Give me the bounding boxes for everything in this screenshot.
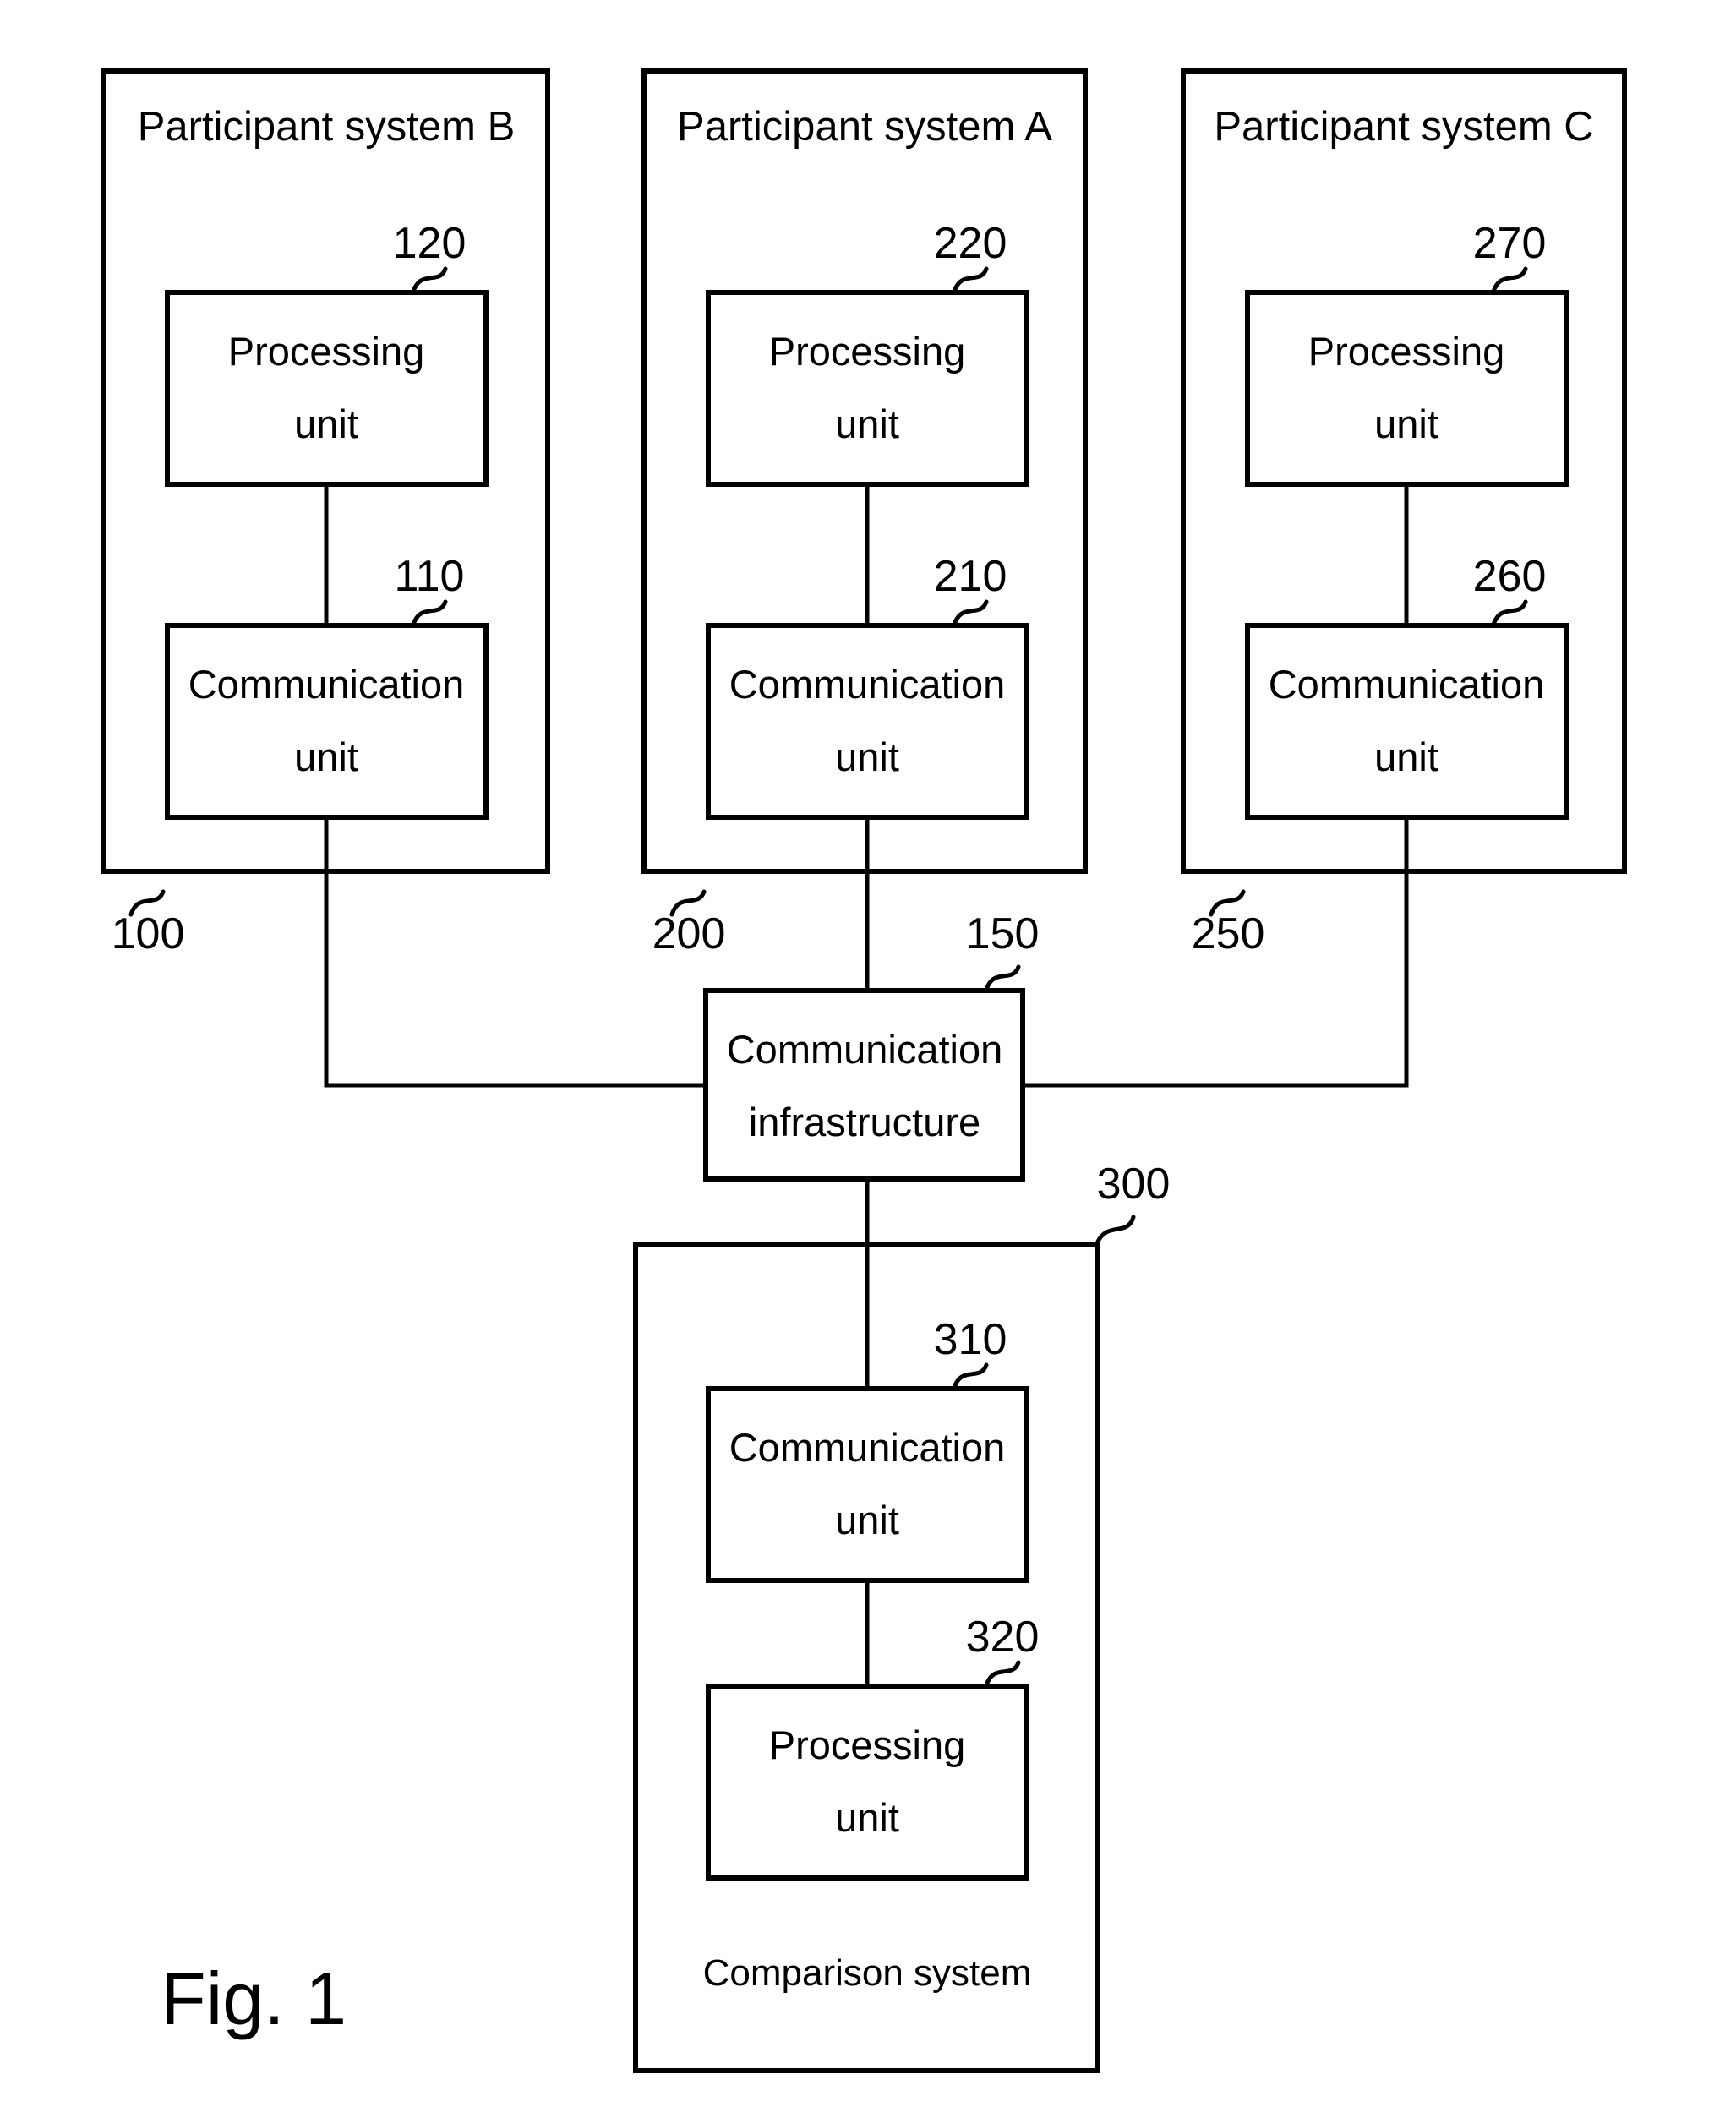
processing-unit-270-label-line2: unit: [1374, 401, 1438, 446]
participant-system-c-group: Participant system C Processing unit 270…: [1023, 68, 1627, 1088]
processing-unit-270-label-line1: Processing: [1308, 329, 1505, 374]
participant-system-b-title: Participant system B: [138, 104, 516, 150]
reference-numeral-260: 260: [1473, 552, 1547, 601]
reference-numeral-100: 100: [112, 909, 185, 958]
reference-numeral-150: 150: [966, 909, 1040, 958]
leader-line-110: [411, 599, 448, 627]
communication-unit-210-label-line1: Communication: [729, 662, 1006, 707]
communication-infrastructure-box: [703, 988, 1025, 1182]
reference-numeral-210: 210: [934, 552, 1007, 601]
figure-page: Participant system B Processing unit 120…: [0, 0, 1736, 2118]
comparison-system-group: 300 Communication unit 310 Processing un…: [633, 1160, 1171, 2073]
communication-unit-310-label-line1: Communication: [729, 1425, 1006, 1470]
comparison-system-title: Comparison system: [703, 1952, 1032, 1994]
participant-system-a-group: Participant system A Processing unit 220…: [641, 68, 1088, 991]
reference-numeral-250: 250: [1192, 909, 1265, 958]
communication-unit-210-label-line2: unit: [835, 734, 899, 779]
reference-numeral-110: 110: [395, 552, 465, 601]
processing-unit-120-label-line1: Processing: [228, 329, 425, 374]
bus-line-b-to-infrastructure: [324, 817, 706, 1088]
reference-numeral-270: 270: [1473, 219, 1547, 268]
reference-numeral-220: 220: [934, 219, 1007, 268]
communication-infrastructure-label-line1: Communication: [727, 1027, 1003, 1072]
communication-unit-260-label-line2: unit: [1374, 734, 1438, 779]
communication-unit-310-box: [706, 1386, 1029, 1583]
reference-numeral-310: 310: [934, 1315, 1007, 1364]
processing-unit-220-label-line1: Processing: [769, 329, 966, 374]
communication-unit-260-box: [1245, 623, 1569, 820]
leader-line-310: [952, 1362, 989, 1390]
leader-line-150: [984, 964, 1021, 992]
reference-numeral-320: 320: [966, 1613, 1040, 1662]
leader-line-220: [952, 266, 989, 294]
processing-unit-120-label-line2: unit: [294, 401, 358, 446]
communication-unit-110-label-line1: Communication: [188, 662, 465, 707]
communication-unit-260-label-line1: Communication: [1269, 662, 1545, 707]
processing-unit-320-label-line1: Processing: [769, 1722, 966, 1767]
leader-line-210: [952, 599, 989, 627]
participant-system-c-title: Participant system C: [1214, 104, 1593, 150]
participant-system-b-group: Participant system B Processing unit 120…: [101, 68, 706, 1088]
communication-infrastructure-label-line2: infrastructure: [749, 1100, 980, 1144]
communication-unit-110-box: [165, 623, 489, 820]
communication-unit-310-label-line2: unit: [835, 1498, 899, 1542]
leader-line-300: [1095, 1215, 1136, 1246]
patent-figure-diagram: Participant system B Processing unit 120…: [101, 68, 1627, 2073]
processing-unit-270-box: [1245, 290, 1569, 487]
leader-line-320: [984, 1660, 1021, 1688]
processing-unit-220-box: [706, 290, 1029, 487]
processing-unit-220-label-line2: unit: [835, 401, 899, 446]
reference-numeral-300: 300: [1097, 1160, 1171, 1209]
communication-unit-210-box: [706, 623, 1029, 820]
reference-numeral-200: 200: [652, 909, 726, 958]
leader-line-260: [1491, 599, 1528, 627]
processing-unit-320-label-line2: unit: [835, 1795, 899, 1840]
figure-caption: Fig. 1: [161, 1957, 347, 2040]
processing-unit-120-box: [165, 290, 489, 487]
processing-unit-320-box: [706, 1684, 1029, 1881]
leader-line-120: [411, 266, 448, 294]
reference-numeral-120: 120: [393, 219, 467, 268]
communication-unit-110-label-line2: unit: [294, 734, 358, 779]
participant-system-a-title: Participant system A: [677, 104, 1052, 150]
leader-line-270: [1491, 266, 1528, 294]
